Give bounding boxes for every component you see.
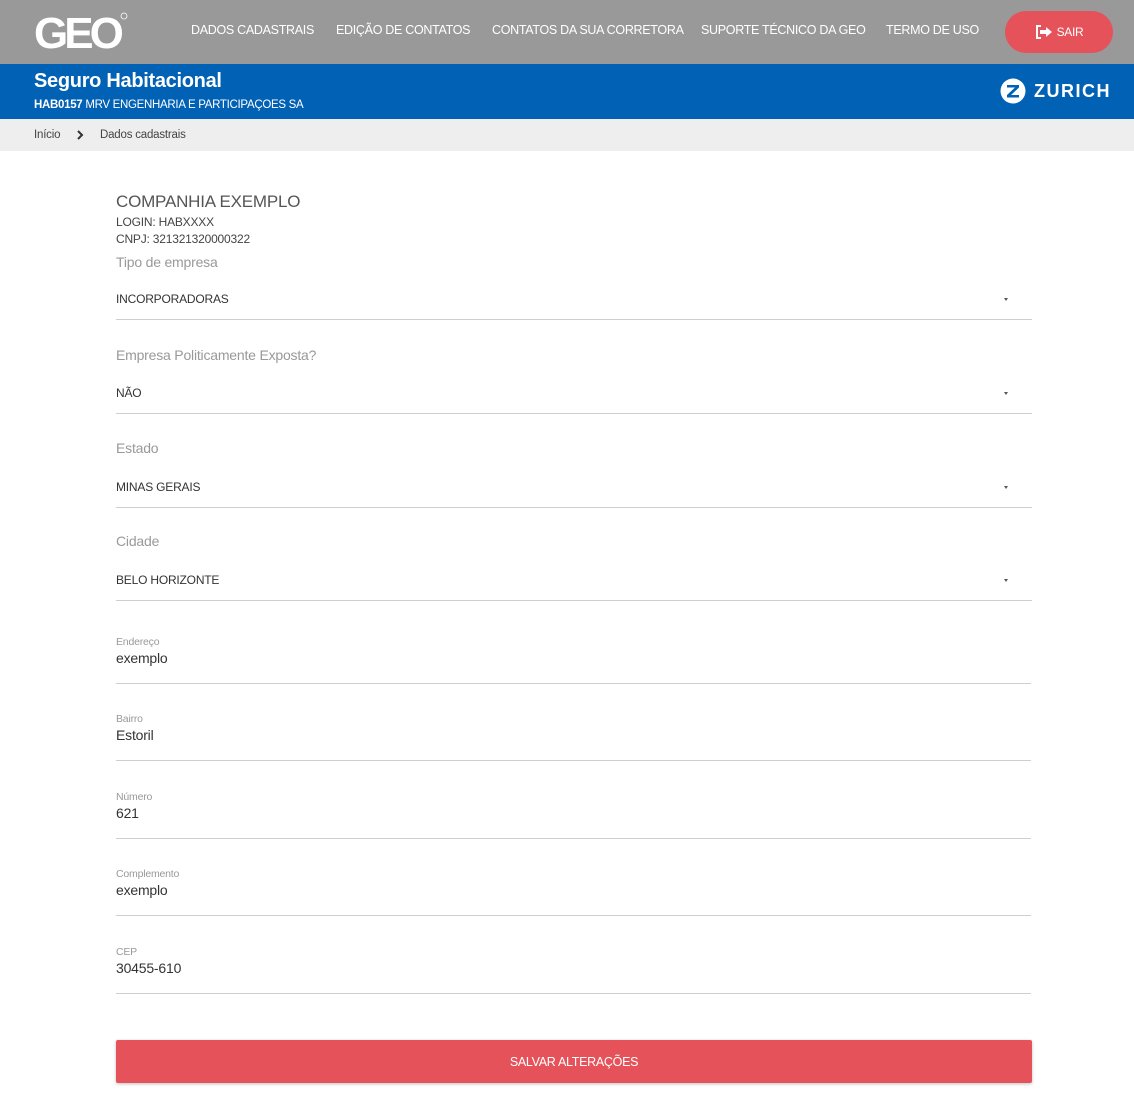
logout-label: SAIR <box>1056 25 1084 39</box>
pep-select[interactable]: NÃO <box>116 374 1032 414</box>
svg-text:GEO: GEO <box>34 10 123 54</box>
sign-out-icon <box>1035 25 1052 39</box>
pep-value: NÃO <box>116 386 142 400</box>
cep-field: CEP <box>116 946 1031 994</box>
breadcrumb-home[interactable]: Início <box>34 129 60 141</box>
company-code: HAB0157 <box>34 99 83 111</box>
breadcrumb: Início Dados cadastrais <box>0 119 1134 151</box>
complemento-label: Complemento <box>116 868 180 880</box>
nav-dados-cadastrais[interactable]: DADOS CADASTRAIS <box>191 23 314 37</box>
product-banner: Seguro Habitacional HAB0157 MRV ENGENHAR… <box>0 64 1134 119</box>
product-title: Seguro Habitacional <box>34 70 222 92</box>
complemento-input[interactable] <box>116 882 1031 898</box>
company-cnpj: CNPJ: 321321320000322 <box>116 232 250 246</box>
cidade-label: Cidade <box>116 533 160 549</box>
pep-label: Empresa Politicamente Exposta? <box>116 347 317 363</box>
bairro-label: Bairro <box>116 713 143 725</box>
estado-select[interactable]: MINAS GERAIS <box>116 468 1032 508</box>
estado-value: MINAS GERAIS <box>116 480 201 494</box>
logout-button[interactable]: SAIR <box>1005 11 1113 53</box>
tipo-empresa-select[interactable]: INCORPORADORAS <box>116 280 1032 320</box>
numero-label: Número <box>116 791 153 803</box>
save-changes-button[interactable]: SALVAR ALTERAÇÕES <box>116 1040 1032 1083</box>
zurich-wordmark: ZURICH <box>1034 80 1111 101</box>
breadcrumb-current: Dados cadastrais <box>100 129 186 141</box>
company-name: MRV ENGENHARIA E PARTICIPAÇOES SA <box>85 99 304 111</box>
bairro-field: Bairro <box>116 713 1031 761</box>
company-name-heading: COMPANHIA EXEMPLO <box>116 192 301 211</box>
nav-suporte-tecnico[interactable]: SUPORTE TÉCNICO DA GEO <box>701 23 866 37</box>
numero-field: Número <box>116 791 1031 839</box>
endereco-label: Endereço <box>116 636 160 648</box>
zurich-z-logo <box>1000 78 1026 104</box>
estado-label: Estado <box>116 440 159 456</box>
cidade-select[interactable]: BELO HORIZONTE <box>116 561 1032 601</box>
complemento-field: Complemento <box>116 868 1031 916</box>
chevron-right-icon <box>77 130 84 140</box>
company-login: LOGIN: HABXXXX <box>116 215 214 229</box>
caret-down-icon <box>1004 298 1008 301</box>
nav-contatos-corretora[interactable]: CONTATOS DA SUA CORRETORA <box>492 23 684 37</box>
caret-down-icon <box>1004 392 1008 395</box>
tipo-empresa-label: Tipo de empresa <box>116 254 218 270</box>
caret-down-icon <box>1004 579 1008 582</box>
cidade-value: BELO HORIZONTE <box>116 573 220 587</box>
nav-termo-de-uso[interactable]: TERMO DE USO <box>886 23 979 37</box>
top-navbar: GEO DADOS CADASTRAIS EDIÇÃO DE CONTATOS … <box>0 0 1134 64</box>
cep-input[interactable] <box>116 960 1031 976</box>
bairro-input[interactable] <box>116 727 1031 743</box>
cep-label: CEP <box>116 946 137 958</box>
company-subtitle: HAB0157 MRV ENGENHARIA E PARTICIPAÇOES S… <box>34 99 304 111</box>
nav-edicao-contatos[interactable]: EDIÇÃO DE CONTATOS <box>336 23 471 37</box>
endereco-input[interactable] <box>116 650 1031 666</box>
tipo-empresa-value: INCORPORADORAS <box>116 292 229 306</box>
zurich-brand: ZURICH <box>1000 78 1111 104</box>
geo-logo[interactable]: GEO <box>34 10 134 54</box>
caret-down-icon <box>1004 486 1008 489</box>
numero-input[interactable] <box>116 805 1031 821</box>
endereco-field: Endereço <box>116 636 1031 684</box>
